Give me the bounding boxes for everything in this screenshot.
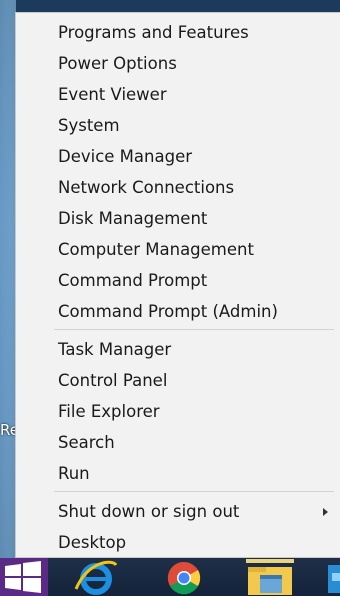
desktop-icon-label[interactable]: Re bbox=[0, 421, 16, 439]
menu-item-network-connections[interactable]: Network Connections bbox=[58, 173, 340, 203]
submenu-arrow-icon bbox=[323, 508, 328, 516]
menu-item-search[interactable]: Search bbox=[58, 428, 340, 458]
menu-separator bbox=[54, 491, 334, 492]
start-button[interactable] bbox=[0, 558, 48, 596]
chrome-icon[interactable] bbox=[156, 559, 212, 595]
menu-item-device-manager[interactable]: Device Manager bbox=[58, 142, 340, 172]
menu-item-programs-and-features[interactable]: Programs and Features bbox=[58, 18, 340, 48]
file-explorer-icon[interactable] bbox=[242, 559, 298, 595]
internet-explorer-icon[interactable] bbox=[68, 559, 124, 595]
menu-item-computer-management[interactable]: Computer Management bbox=[58, 235, 340, 265]
menu-item-task-manager[interactable]: Task Manager bbox=[58, 335, 340, 365]
menu-item-label: Shut down or sign out bbox=[58, 502, 240, 521]
menu-item-desktop[interactable]: Desktop bbox=[58, 528, 340, 558]
menu-item-file-explorer[interactable]: File Explorer bbox=[58, 397, 340, 427]
menu-item-disk-management[interactable]: Disk Management bbox=[58, 204, 340, 234]
store-icon[interactable] bbox=[324, 559, 340, 595]
menu-item-event-viewer[interactable]: Event Viewer bbox=[58, 80, 340, 110]
taskbar bbox=[0, 558, 340, 596]
menu-item-system[interactable]: System bbox=[58, 111, 340, 141]
desktop-background bbox=[0, 0, 16, 560]
menu-separator bbox=[54, 329, 334, 330]
windows-logo-icon bbox=[5, 561, 41, 593]
menu-item-control-panel[interactable]: Control Panel bbox=[58, 366, 340, 396]
menu-item-command-prompt[interactable]: Command Prompt bbox=[58, 266, 340, 296]
menu-item-shut-down-or-sign-out[interactable]: Shut down or sign out bbox=[58, 497, 340, 527]
winx-context-menu: Programs and Features Power Options Even… bbox=[15, 12, 340, 558]
menu-item-power-options[interactable]: Power Options bbox=[58, 49, 340, 79]
menu-item-command-prompt-admin[interactable]: Command Prompt (Admin) bbox=[58, 297, 340, 327]
menu-item-run[interactable]: Run bbox=[58, 459, 340, 489]
